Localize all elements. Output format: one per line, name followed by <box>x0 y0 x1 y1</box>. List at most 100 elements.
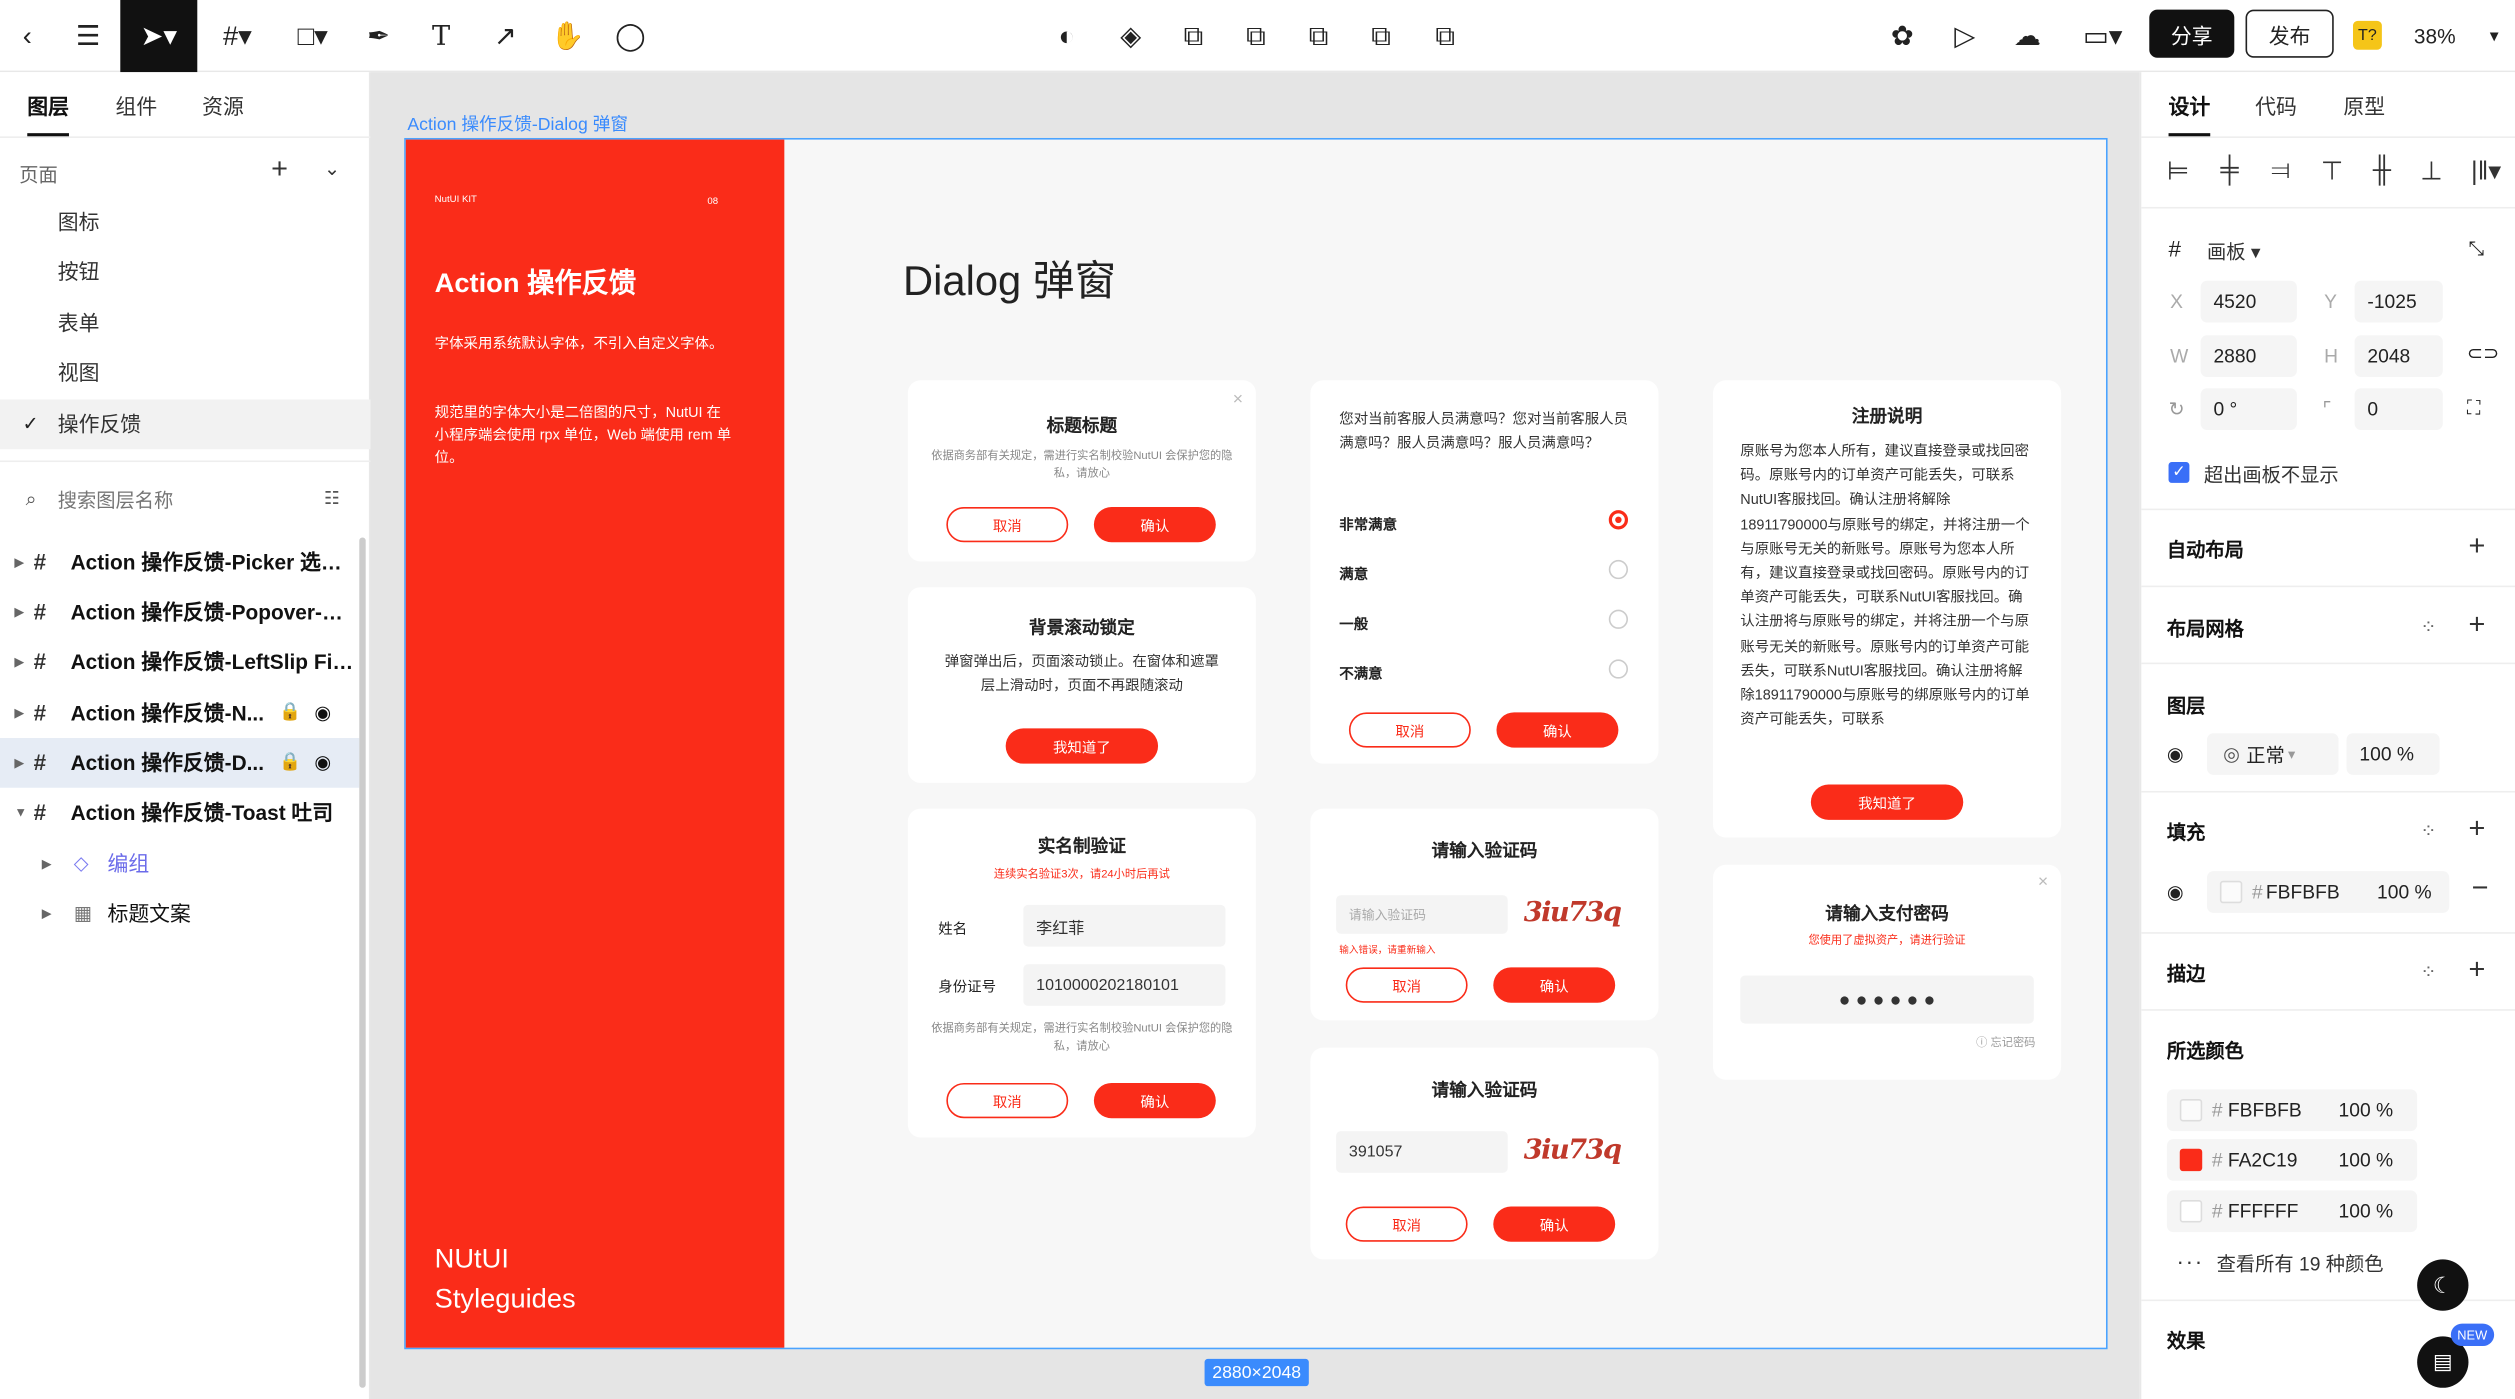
add-stroke-icon[interactable]: + <box>2468 953 2485 987</box>
boolean-subtract-icon[interactable]: ⧉ <box>1238 0 1273 72</box>
radio[interactable] <box>1608 609 1629 629</box>
captcha-image[interactable]: 3iu73q <box>1524 897 1622 929</box>
frame-tool-icon[interactable]: #▾ <box>213 0 261 72</box>
comment-tool-icon[interactable]: ◯ <box>613 0 648 72</box>
confirm-button[interactable]: 确认 <box>1496 712 1619 748</box>
layer-opacity-input[interactable]: 100 % <box>2346 733 2440 775</box>
expand-icon[interactable]: ▶ <box>42 889 52 939</box>
lock-icon[interactable]: 🔒 <box>279 688 301 738</box>
corner-radius-input[interactable]: 0 <box>2354 388 2443 430</box>
confirm-button[interactable]: 确认 <box>1093 1082 1216 1119</box>
align-center-h-icon[interactable]: ╪ <box>2217 157 2243 184</box>
share-button[interactable]: 分享 <box>2149 9 2235 58</box>
rotation-input[interactable]: 0 ° <box>2200 388 2297 430</box>
eye-icon[interactable]: ◉ <box>314 738 331 788</box>
tab-prototype[interactable]: 原型 <box>2343 90 2385 120</box>
independent-corners-icon[interactable]: ⛶ <box>2467 396 2480 420</box>
see-all-colors-link[interactable]: 查看所有 19 种颜色 <box>2217 1250 2384 1277</box>
selection-color-row[interactable]: # FFFFFF 100 % <box>2166 1190 2418 1233</box>
move-tool-icon[interactable]: ➤▾ <box>120 0 198 73</box>
cancel-button[interactable]: 取消 <box>946 1082 1069 1119</box>
boolean-exclude-icon[interactable]: ⧉ <box>1363 0 1398 72</box>
blend-mode-dropdown[interactable]: ◎ 正常 ▾ <box>2207 733 2339 775</box>
layer-row[interactable]: ▶ # Action 操作反馈-N... 🔒 ◉ <box>0 688 359 738</box>
radio[interactable] <box>1608 559 1629 580</box>
collapse-pages-icon[interactable]: ⌄ <box>324 157 340 179</box>
publish-button[interactable]: 发布 <box>2245 9 2334 58</box>
layer-row[interactable]: ▶ # Action 操作反馈-LeftSlip Fixe... <box>0 637 359 687</box>
confirm-button[interactable]: 确认 <box>1093 506 1216 543</box>
back-icon[interactable]: ‹ <box>10 0 45 72</box>
expand-icon[interactable]: ▶ <box>14 738 24 788</box>
align-right-icon[interactable]: ⫤ <box>2268 157 2294 184</box>
artboard[interactable]: NutUI KIT 08 Action 操作反馈 字体采用系统默认字体，不引入自… <box>404 137 2108 1350</box>
rectangle-tool-icon[interactable]: □▾ <box>289 0 337 72</box>
page-item[interactable]: 视图 <box>0 348 371 398</box>
page-item[interactable]: 按钮 <box>0 247 371 297</box>
menu-icon[interactable]: ☰ <box>71 0 106 72</box>
clip-content-checkbox[interactable]: ✓ <box>2168 462 2190 483</box>
close-icon[interactable]: × <box>2038 873 2048 892</box>
expand-icon[interactable]: ▶ <box>14 637 24 687</box>
y-input[interactable]: -1025 <box>2354 280 2443 323</box>
expand-icon[interactable]: ▶ <box>14 688 24 738</box>
cancel-button[interactable]: 取消 <box>946 506 1069 543</box>
align-middle-v-icon[interactable]: ╫ <box>2369 157 2395 184</box>
boolean-intersect-icon[interactable]: ⧉ <box>1301 0 1336 72</box>
flatten-icon[interactable]: ⧉ <box>1428 0 1463 72</box>
width-input[interactable]: 2880 <box>2200 335 2297 378</box>
dark-mode-toggle-icon[interactable]: ☾ <box>2417 1259 2469 1311</box>
plugin-icon[interactable]: ✿ <box>1885 0 1920 72</box>
height-input[interactable]: 2048 <box>2354 335 2443 378</box>
board-label[interactable]: Action 操作反馈-Dialog 弹窗 <box>407 111 628 137</box>
add-auto-layout-icon[interactable]: + <box>2468 529 2485 563</box>
align-bottom-icon[interactable]: ⊥ <box>2419 159 2445 186</box>
page-item[interactable]: 表单 <box>0 298 371 348</box>
sublayer-row[interactable]: ▶ ▦ 标题文案 <box>0 889 359 939</box>
add-fill-icon[interactable]: + <box>2468 812 2485 846</box>
align-top-icon[interactable]: ⊤ <box>2319 159 2345 186</box>
color-swatch[interactable] <box>2179 1200 2203 1223</box>
styles-icon[interactable]: ⁘ <box>2420 961 2436 983</box>
layer-search-input[interactable] <box>57 482 299 519</box>
resize-to-fit-icon[interactable]: ⤡ <box>2468 237 2483 261</box>
layer-row-selected[interactable]: ▶ # Action 操作反馈-D... 🔒 ◉ <box>0 738 360 788</box>
play-icon[interactable]: ▷ <box>1947 0 1982 72</box>
align-left-icon[interactable]: ⊨ <box>2165 159 2191 186</box>
close-icon[interactable]: × <box>1233 390 1243 409</box>
remove-fill-icon[interactable]: − <box>2472 871 2489 905</box>
pen-tool-icon[interactable]: ✒ <box>361 0 396 72</box>
constrain-proportions-icon[interactable]: ⊂⊃ <box>2467 342 2499 364</box>
cancel-button[interactable]: 取消 <box>1348 712 1471 748</box>
zoom-level[interactable]: 38% <box>2406 0 2464 72</box>
filter-icon[interactable]: ☷ <box>324 488 340 508</box>
text-tool-icon[interactable]: T <box>423 0 458 72</box>
path-tool-icon[interactable]: ↗ <box>488 0 523 72</box>
fill-visibility-eye-icon[interactable]: ◉ <box>2167 881 2184 903</box>
cancel-button[interactable]: 取消 <box>1345 967 1468 1003</box>
frame-type-dropdown[interactable]: 画板 ▾ <box>2207 237 2261 264</box>
hand-tool-icon[interactable]: ✋ <box>550 0 585 72</box>
expand-icon[interactable]: ▶ <box>42 839 52 889</box>
lock-icon[interactable]: 🔒 <box>279 738 301 788</box>
forgot-password-link[interactable]: ⓘ 忘记密码 <box>1976 1035 2035 1051</box>
selection-color-row[interactable]: # FA2C19 100 % <box>2166 1139 2418 1181</box>
page-item[interactable]: 图标 <box>0 197 371 247</box>
confirm-button[interactable]: 确认 <box>1493 967 1616 1003</box>
styles-icon[interactable]: ⁘ <box>2420 616 2436 638</box>
component-icon[interactable]: ◈ <box>1113 0 1148 72</box>
layer-row[interactable]: ▶ # Action 操作反馈-Popover-气... <box>0 587 359 637</box>
fill-swatch[interactable] <box>2219 880 2243 904</box>
tab-code[interactable]: 代码 <box>2255 90 2297 120</box>
styles-icon[interactable]: ⁘ <box>2420 820 2436 842</box>
page-item-current[interactable]: 操作反馈 <box>0 399 371 450</box>
color-swatch[interactable] <box>2179 1098 2203 1122</box>
x-input[interactable]: 4520 <box>2200 280 2297 323</box>
captcha-image[interactable]: 3iu73q <box>1524 1134 1622 1166</box>
tab-design[interactable]: 设计 <box>2168 90 2211 137</box>
layout-icon[interactable]: ▭▾ <box>2076 0 2131 72</box>
color-swatch[interactable] <box>2179 1148 2203 1172</box>
tab-components[interactable]: 组件 <box>115 90 157 120</box>
add-page-icon[interactable]: + <box>271 152 288 186</box>
visibility-eye-icon[interactable]: ◉ <box>2167 743 2184 765</box>
